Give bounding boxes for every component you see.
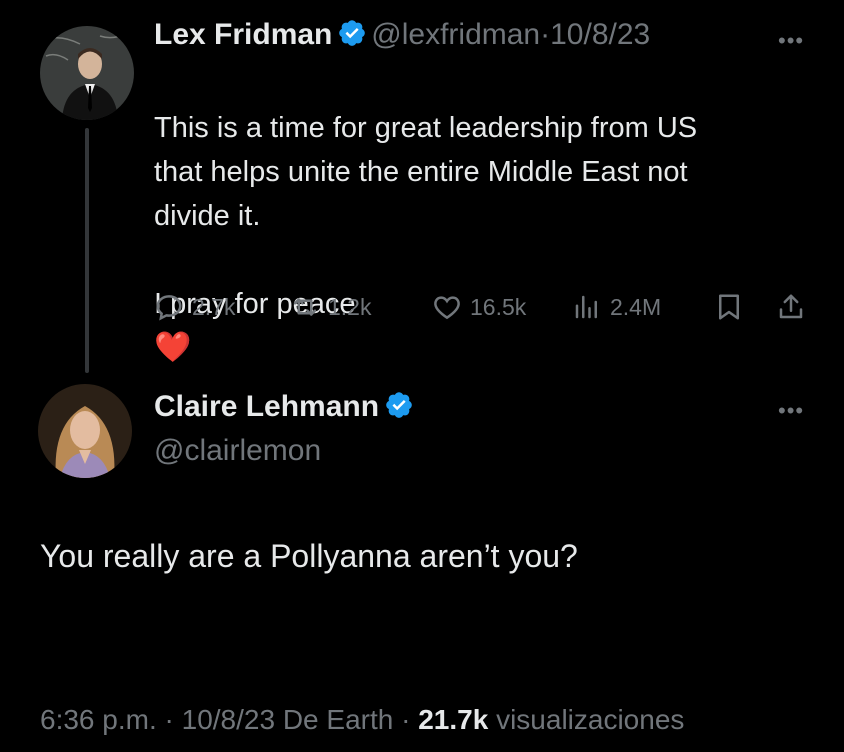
author-name[interactable]: Lex Fridman [154, 18, 332, 51]
author-handle[interactable]: @clairlemon [154, 434, 321, 468]
separator-dot: · [164, 704, 174, 735]
more-icon[interactable]: ••• [778, 398, 804, 424]
tweet-date[interactable]: 10/8/23 [550, 18, 650, 51]
views-total: 21.7k [418, 704, 489, 735]
tweet-date[interactable]: 10/8/23 [182, 704, 275, 735]
verified-badge-icon [339, 20, 365, 46]
retweet-count: 1.2k [328, 293, 372, 320]
parent-header: Lex Fridman @lexfridman·10/8/23 [154, 18, 650, 52]
share-button[interactable] [776, 292, 806, 322]
thread-connector [85, 128, 89, 373]
more-icon[interactable]: ••• [778, 28, 804, 54]
tweet-time[interactable]: 6:36 p.m. [40, 704, 157, 735]
views-button[interactable]: 2.4M [572, 292, 661, 322]
separator-dot: · [401, 704, 411, 735]
parent-tweet-text: This is a time for great leadership from… [154, 62, 814, 370]
author-handle[interactable]: @lexfridman [371, 18, 540, 51]
reply-count: 2.7k [192, 293, 236, 320]
avatar-claire-lehmann[interactable] [38, 384, 132, 478]
tweet-source: De Earth [282, 704, 394, 735]
reply-button[interactable]: 2.7k [154, 292, 235, 322]
retweet-button[interactable]: 1.2k [290, 292, 371, 322]
reply-header: Claire Lehmann [154, 390, 414, 424]
views-icon [575, 295, 597, 319]
heart-emoji-icon: ❤️ [154, 331, 192, 364]
like-icon [434, 296, 460, 320]
reply-icon [156, 295, 182, 321]
tweet-meta: 6:36 p.m. · 10/8/23 De Earth · 21.7k vis… [40, 704, 684, 736]
verified-badge-icon [385, 392, 412, 418]
avatar-lex-fridman[interactable] [40, 26, 134, 120]
share-icon [779, 294, 803, 319]
bookmark-icon [719, 294, 739, 320]
like-count: 16.5k [470, 293, 527, 320]
views-label: visualizaciones [496, 704, 685, 735]
tweet-body: This is a time for great leadership from… [154, 112, 698, 320]
author-name[interactable]: Claire Lehmann [154, 390, 379, 423]
reply-tweet-text: You really are a Pollyanna aren’t you? [40, 538, 578, 574]
separator-dot: · [540, 18, 551, 51]
retweet-icon [293, 298, 317, 316]
bookmark-button[interactable] [714, 292, 744, 322]
views-count: 2.4M [610, 293, 662, 320]
like-button[interactable]: 16.5k [432, 292, 526, 322]
